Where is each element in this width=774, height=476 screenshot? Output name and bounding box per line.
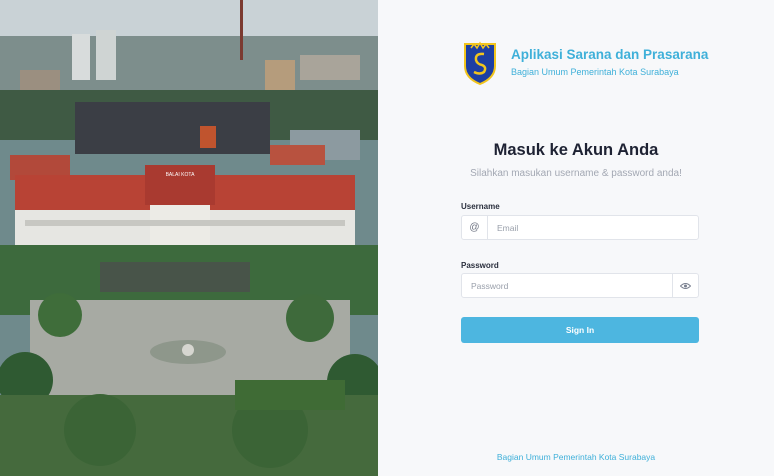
- page-subtitle: Silahkan masukan username & password and…: [470, 168, 682, 179]
- app-subtitle: Bagian Umum Pemerintah Kota Surabaya: [511, 67, 679, 77]
- username-field-group: @: [461, 215, 699, 240]
- login-panel: Aplikasi Sarana dan Prasarana Bagian Umu…: [378, 0, 774, 476]
- brand-header: Aplikasi Sarana dan Prasarana Bagian Umu…: [462, 40, 708, 86]
- username-label: Username: [461, 202, 500, 211]
- password-field-group: [461, 273, 699, 298]
- password-label: Password: [461, 261, 499, 270]
- sign-in-button[interactable]: Sign In: [461, 317, 699, 343]
- city-hall-photo: BALAI KOTA: [0, 0, 378, 476]
- footer-text: Bagian Umum Pemerintah Kota Surabaya: [496, 452, 656, 462]
- page-title: Masuk ke Akun Anda: [493, 141, 659, 159]
- eye-icon[interactable]: [672, 274, 698, 297]
- app-title: Aplikasi Sarana dan Prasarana: [511, 47, 709, 62]
- password-input[interactable]: [462, 274, 672, 297]
- building-sign: BALAI KOTA: [166, 172, 195, 178]
- surabaya-crest-icon: [464, 41, 496, 86]
- username-input[interactable]: [488, 216, 698, 239]
- at-sign-icon: @: [462, 216, 488, 239]
